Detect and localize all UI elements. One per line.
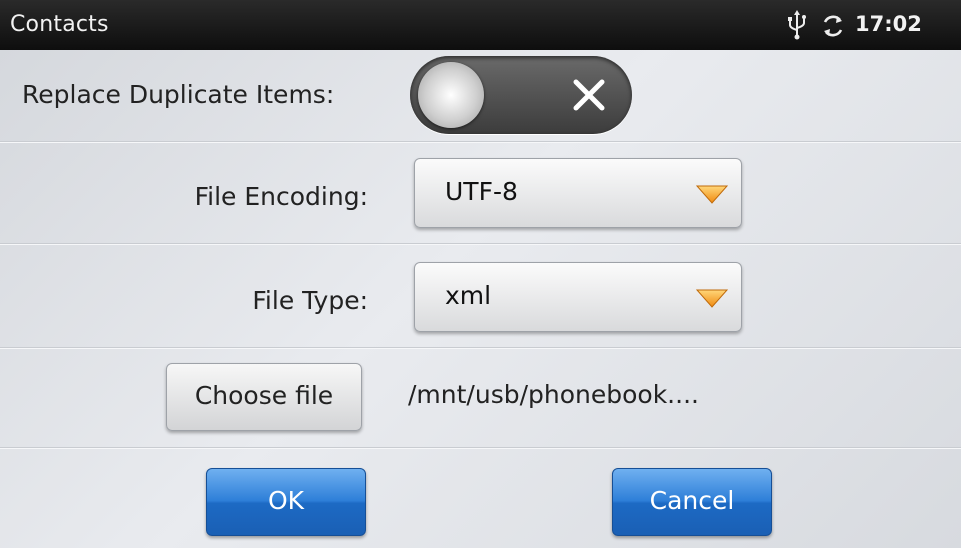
close-icon xyxy=(573,79,605,111)
row-divider xyxy=(0,448,961,449)
file-type-value: xml xyxy=(445,281,492,310)
cancel-button[interactable]: Cancel xyxy=(612,468,772,536)
toggle-knob[interactable] xyxy=(418,62,484,128)
file-encoding-dropdown[interactable]: UTF-8 xyxy=(414,158,742,228)
file-encoding-value: UTF-8 xyxy=(445,177,518,206)
clock: 17:02 xyxy=(855,12,922,36)
replace-duplicates-label: Replace Duplicate Items: xyxy=(22,80,335,109)
row-divider xyxy=(0,244,961,245)
ok-button[interactable]: OK xyxy=(206,468,366,536)
row-divider xyxy=(0,142,961,143)
usb-icon xyxy=(788,10,806,40)
replace-duplicates-toggle[interactable] xyxy=(410,56,632,134)
chevron-down-icon xyxy=(695,185,729,204)
file-path: /mnt/usb/phonebook.... xyxy=(408,380,699,409)
choose-file-button[interactable]: Choose file xyxy=(166,363,362,431)
chevron-down-icon xyxy=(695,289,729,308)
status-bar: Contacts 17:02 xyxy=(0,0,961,50)
file-type-label: File Type: xyxy=(252,286,368,315)
file-type-dropdown[interactable]: xml xyxy=(414,262,742,332)
sync-icon xyxy=(823,15,843,37)
file-encoding-label: File Encoding: xyxy=(194,182,368,211)
app-title: Contacts xyxy=(10,12,109,37)
row-divider xyxy=(0,348,961,349)
